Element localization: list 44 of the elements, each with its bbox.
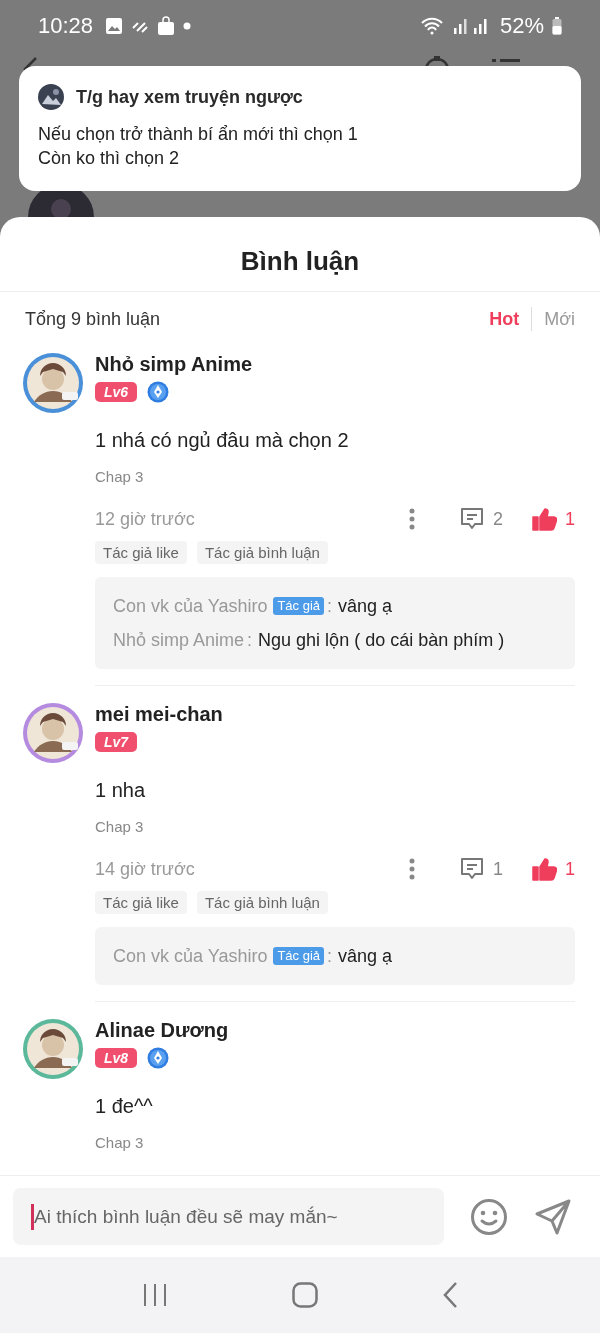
notification-text: Còn ko thì chọn 2 (38, 147, 181, 170)
reply-author[interactable]: Con vk của Yashiro (113, 939, 268, 973)
sheet-title: Bình luận (0, 217, 600, 292)
reply-separator: : (247, 629, 253, 652)
user-name[interactable]: Alinae Dương (95, 1016, 575, 1044)
author-tag: Tác giả (273, 597, 325, 615)
comment-text: 1 đe^^ (95, 1094, 154, 1119)
notification-text: Nếu chọn trở thành bí ẩn mới thì chọn 1 (38, 123, 359, 146)
comment-text: 1 nhá có ngủ đâu mà chọn 2 (95, 428, 350, 453)
comment-count: Tổng 9 bình luận (25, 308, 161, 330)
level-badge: Lv8 (95, 1048, 138, 1068)
comment-time: 12 giờ trước (95, 508, 195, 530)
reply-separator: : (327, 945, 333, 968)
user-name[interactable]: mei mei-chan (95, 700, 575, 728)
reply-text: vâng ạ (338, 945, 393, 968)
tag: Tác giả bình luận (196, 891, 328, 914)
tag: Tác giả like (95, 891, 187, 914)
reply-count: 2 (492, 508, 503, 530)
author-tag: Tác giả (273, 947, 325, 965)
level-badge: Lv6 (95, 382, 138, 402)
notification-title: T/g hay xem truyện ngược (76, 86, 303, 108)
tag: Tác giả bình luận (196, 541, 328, 564)
reply-author[interactable]: Con vk của Yashiro (113, 589, 268, 623)
notification-card[interactable]: T/g hay xem truyện ngược Nếu chọn trở thành bí ẩn mới thì chọn 1 Còn ko thì chọn 2 (19, 66, 581, 191)
reply-text: vâng ạ (338, 595, 393, 618)
like-count: 1 (565, 508, 575, 530)
user-name[interactable]: Nhỏ simp Anime (95, 350, 575, 378)
tag: Tác giả like (95, 541, 187, 564)
comment-text: 1 nha (95, 778, 147, 803)
reply-count: 1 (492, 858, 503, 880)
sort-tab[interactable]: Hot (477, 308, 532, 330)
comment-input[interactable]: Ai thích bình luận đều sẽ may mắn~ (13, 1188, 444, 1245)
reply-separator: : (327, 595, 333, 618)
sort-tab[interactable]: Mới (532, 308, 575, 330)
battery-percent: 52% (499, 13, 544, 39)
reply-text: Ngu ghi lộn ( do cái bàn phím ) (258, 629, 505, 652)
level-badge: Lv7 (95, 732, 138, 752)
chapter-label: Chap 3 (95, 467, 145, 487)
reply-author[interactable]: Nhỏ simp Anime (113, 623, 245, 657)
like-count: 1 (565, 858, 575, 880)
comment-time: 14 giờ trước (95, 858, 195, 880)
chapter-label: Chap 3 (95, 1133, 145, 1153)
status-time: 10:28 (38, 13, 94, 39)
chapter-label: Chap 3 (95, 817, 145, 837)
